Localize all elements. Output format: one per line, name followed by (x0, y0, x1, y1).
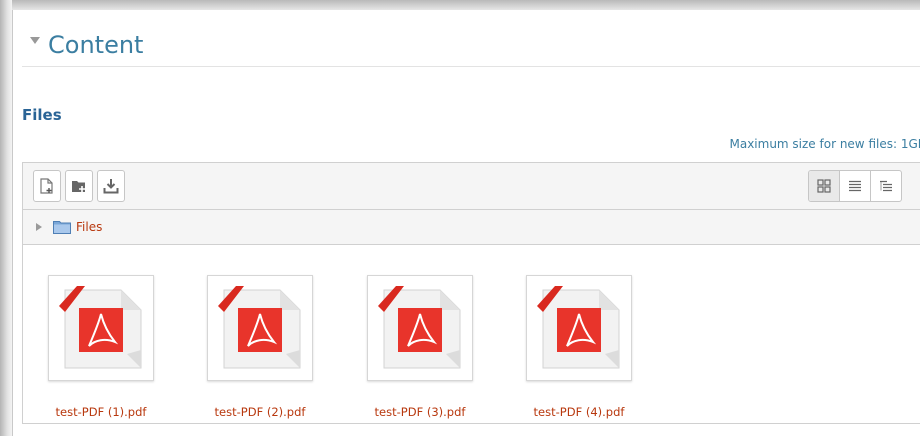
folder-icon (53, 221, 71, 234)
content-section-header[interactable]: Content (30, 30, 143, 60)
add-file-icon (40, 178, 53, 194)
section-title: Content (48, 31, 144, 59)
pdf-file-icon (218, 286, 301, 369)
list-view-button[interactable] (840, 171, 871, 201)
file-name-link[interactable]: test-PDF (1).pdf (36, 405, 166, 419)
window-frame-divider (12, 10, 13, 436)
file-manager: Files test-PDF (1).pdf test-PDF (2).pdf … (22, 162, 920, 424)
file-name-link[interactable]: test-PDF (3).pdf (355, 405, 485, 419)
icon-view-button[interactable] (809, 171, 840, 201)
window-frame-left (0, 0, 12, 436)
file-thumbnail[interactable] (48, 275, 154, 381)
expand-arrow-icon[interactable] (36, 223, 42, 231)
file-name-link[interactable]: test-PDF (2).pdf (195, 405, 325, 419)
section-divider (22, 66, 920, 67)
file-name-link[interactable]: test-PDF (4).pdf (514, 405, 644, 419)
files-heading: Files (22, 106, 62, 124)
file-item[interactable]: test-PDF (4).pdf (514, 275, 644, 419)
file-item[interactable]: test-PDF (1).pdf (36, 275, 166, 419)
file-item[interactable]: test-PDF (2).pdf (195, 275, 325, 419)
view-mode-switcher (808, 170, 902, 202)
window-frame-top (0, 0, 920, 10)
list-view-icon (849, 180, 861, 192)
breadcrumb: Files (23, 210, 920, 245)
tree-view-icon (880, 180, 892, 192)
collapse-arrow-icon[interactable] (30, 36, 40, 44)
pdf-file-icon (537, 286, 620, 369)
download-all-button[interactable] (97, 170, 125, 202)
file-item[interactable]: test-PDF (3).pdf (355, 275, 485, 419)
add-file-button[interactable] (33, 170, 61, 202)
max-size-note: Maximum size for new files: 1GB (729, 137, 920, 151)
create-folder-button[interactable] (65, 170, 93, 202)
pdf-file-icon (378, 286, 461, 369)
download-icon (103, 179, 119, 194)
file-thumbnail[interactable] (207, 275, 313, 381)
file-thumbnail[interactable] (367, 275, 473, 381)
file-thumbnail[interactable] (526, 275, 632, 381)
icon-view-icon (817, 179, 831, 193)
create-folder-icon (72, 181, 85, 192)
file-manager-toolbar (23, 163, 920, 210)
tree-view-button[interactable] (871, 171, 901, 201)
pdf-file-icon (59, 286, 142, 369)
breadcrumb-files-link[interactable]: Files (76, 220, 102, 234)
